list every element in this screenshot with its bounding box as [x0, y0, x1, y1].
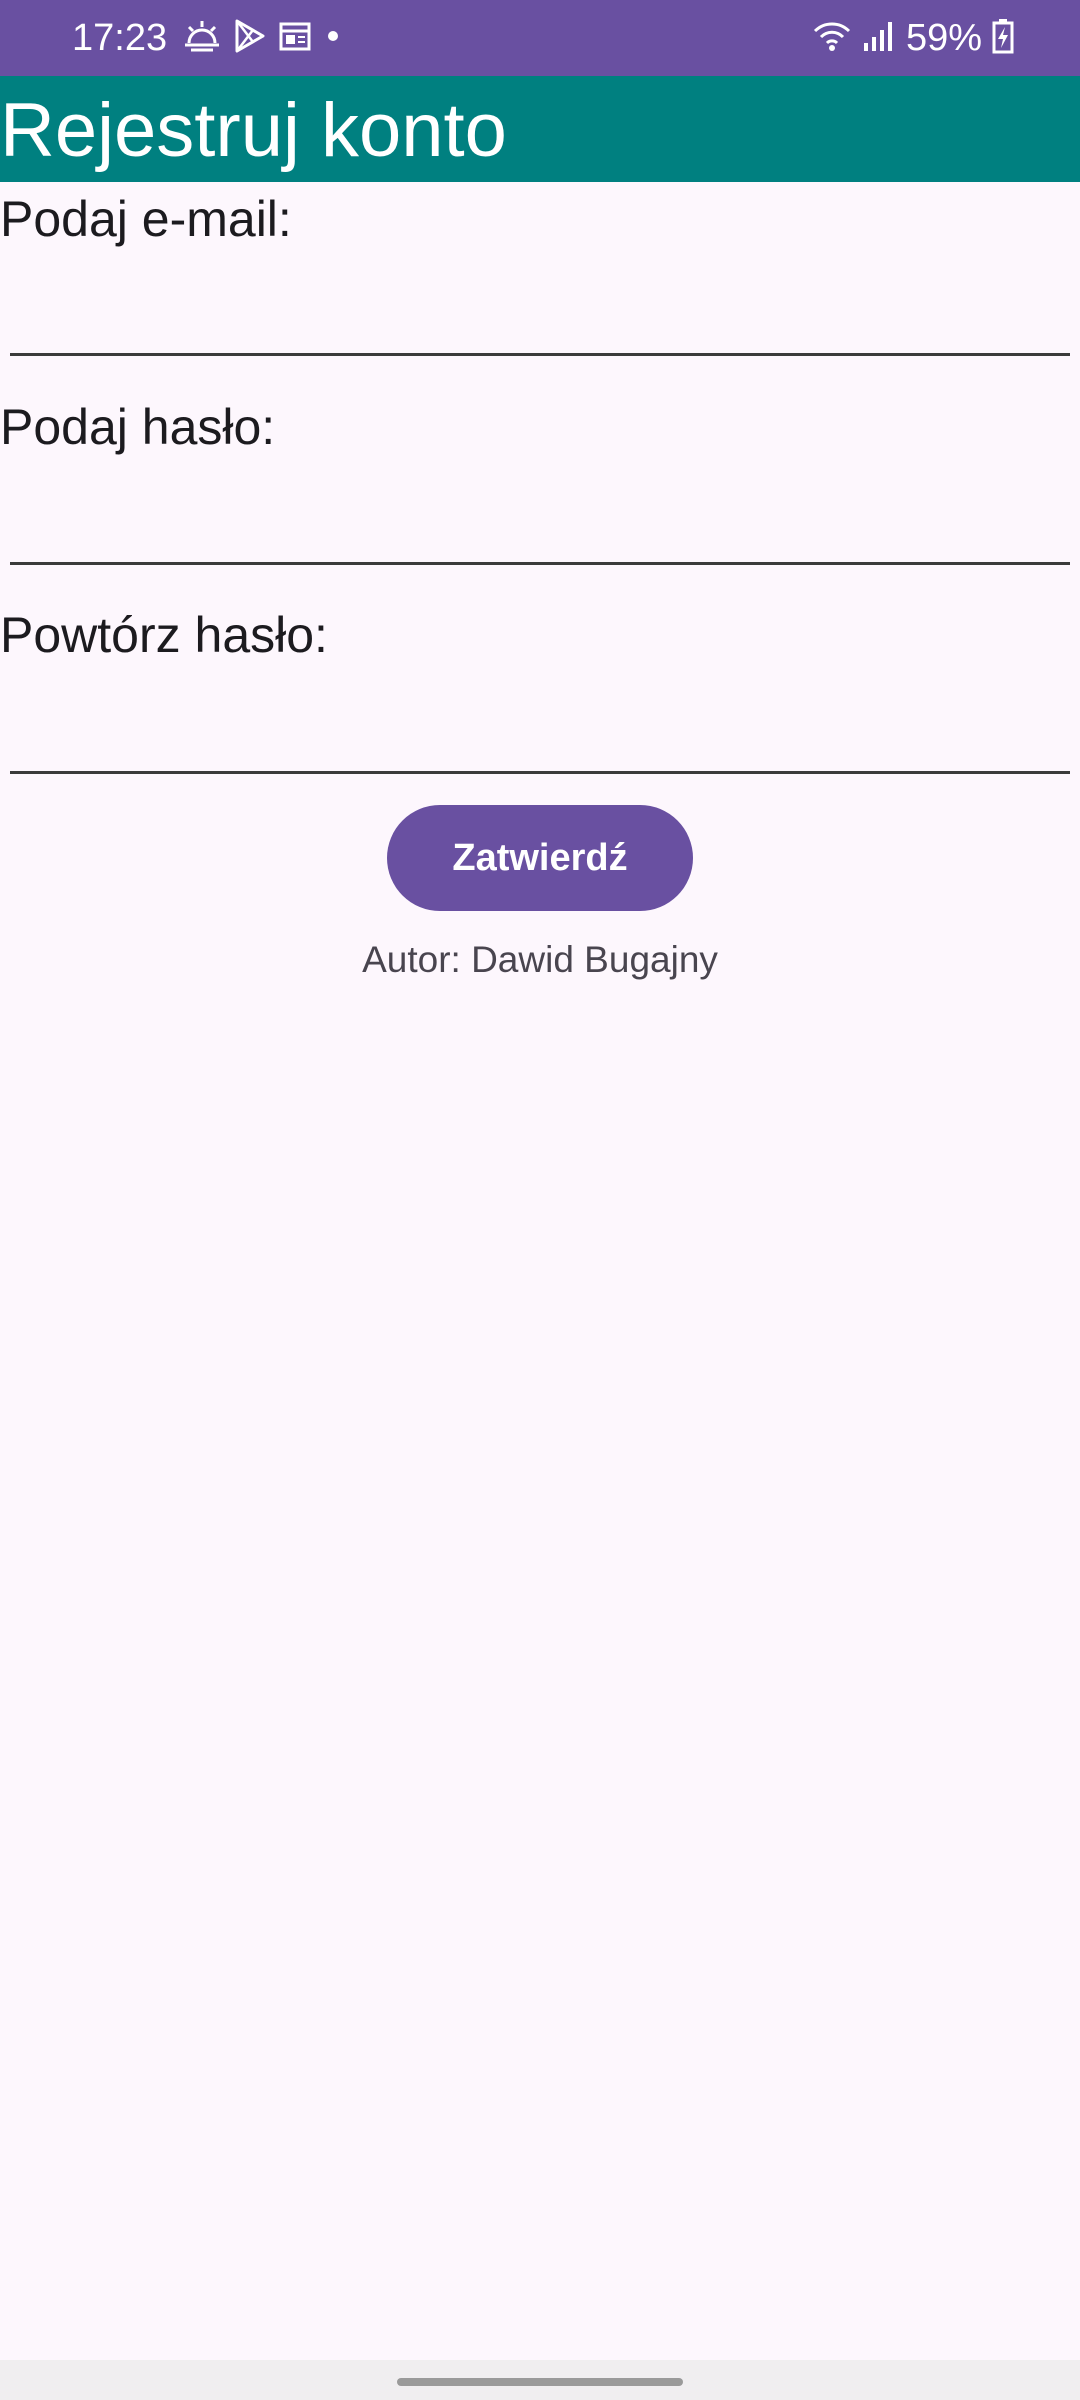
- repeat-password-label: Powtórz hasło:: [0, 607, 328, 663]
- submit-button[interactable]: Zatwierdź: [387, 805, 693, 911]
- email-field[interactable]: [10, 286, 1070, 356]
- battery-charging-icon: [992, 18, 1014, 59]
- battery-percentage: 59%: [905, 17, 982, 59]
- wifi-icon: [812, 19, 852, 58]
- password-label: Podaj hasło:: [0, 399, 276, 455]
- repeat-password-field[interactable]: [10, 704, 1070, 774]
- status-bar: 17:23 59%: [0, 0, 1080, 76]
- author-text: Autor: Dawid Bugajny: [362, 939, 718, 980]
- status-notification-icons: [183, 18, 343, 54]
- play-store-icon: [233, 18, 267, 54]
- page-title: Rejestruj konto: [0, 88, 507, 173]
- status-system-icons: 59%: [812, 16, 1014, 60]
- weather-sunrise-icon: [183, 19, 221, 53]
- navigation-bar: [0, 2360, 1080, 2400]
- dot-icon: [323, 26, 343, 46]
- home-gesture-handle[interactable]: [397, 2378, 683, 2386]
- app-bar: Rejestruj konto: [0, 76, 1080, 182]
- status-time: 17:23: [72, 17, 168, 59]
- email-label: Podaj e-mail:: [0, 191, 292, 247]
- signal-icon: [862, 19, 896, 58]
- calendar-icon: [279, 20, 311, 52]
- password-field[interactable]: [10, 495, 1070, 565]
